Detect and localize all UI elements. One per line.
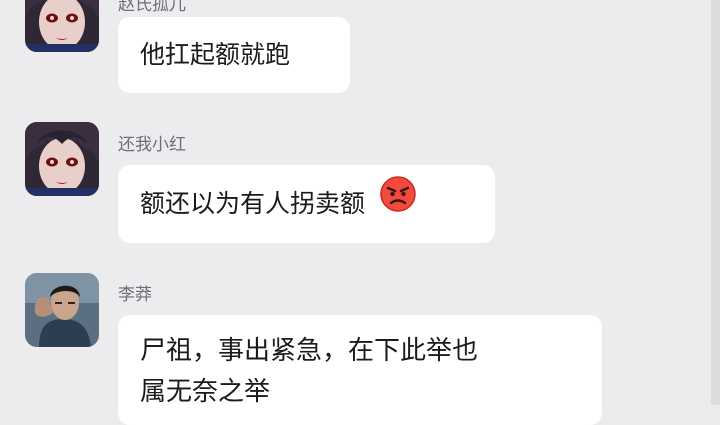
avatar[interactable] xyxy=(25,0,99,52)
message-bubble[interactable]: 尸祖，事出紧急，在下此举也 属无奈之举 xyxy=(118,315,602,425)
anime-girl-avatar-icon xyxy=(25,0,99,52)
message-text: 他扛起额就跑 xyxy=(140,40,291,69)
scroll-edge xyxy=(711,0,720,405)
chat-thread: 赵氏孤儿 他扛起额就跑 还我小红 额还以为有人拐卖额 李莽 尸祖，事出紧急，在下… xyxy=(0,0,720,425)
sender-name: 赵氏孤儿 xyxy=(118,0,186,15)
message-text: 额还以为有人拐卖额 xyxy=(140,189,366,218)
sender-name: 李莽 xyxy=(118,285,152,305)
male-character-avatar-icon xyxy=(25,273,99,347)
message-text-line: 尸祖，事出紧急，在下此举也 xyxy=(140,336,479,366)
sender-name: 还我小红 xyxy=(118,135,186,155)
message-bubble[interactable]: 额还以为有人拐卖额 xyxy=(118,165,495,243)
avatar[interactable] xyxy=(25,122,99,196)
message-text-line: 属无奈之举 xyxy=(140,377,271,407)
angry-face-icon xyxy=(379,166,417,244)
avatar[interactable] xyxy=(25,273,99,347)
anime-girl-avatar-icon xyxy=(25,122,99,196)
message-bubble[interactable]: 他扛起额就跑 xyxy=(118,17,350,93)
